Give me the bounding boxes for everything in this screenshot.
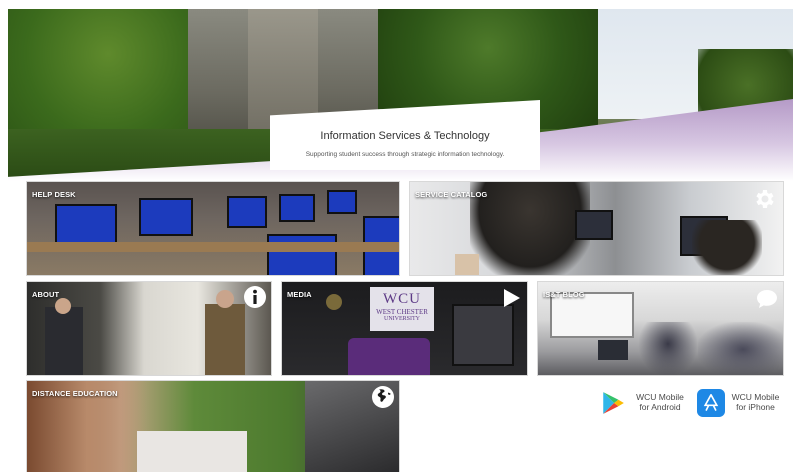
desk-row: [27, 242, 399, 252]
iphone-app-link[interactable]: WCU Mobile for iPhone: [697, 388, 785, 418]
play-icon: [504, 289, 520, 307]
tile-label: HELP DESK: [32, 190, 76, 199]
wcu-banner: WCU WEST CHESTER UNIVERSITY: [370, 287, 434, 331]
android-app-subtitle: for Android: [639, 402, 681, 412]
site-tagline: Supporting student success through strat…: [305, 151, 505, 158]
tile-label: DISTANCE EDUCATION: [32, 389, 118, 398]
monitor: [327, 190, 357, 214]
tile-label: SERVICE CATALOG: [415, 190, 488, 199]
student-sleeve: [137, 431, 247, 472]
app-store-icon: [697, 389, 725, 417]
student-silhouette: [692, 220, 762, 275]
monitor: [575, 210, 613, 240]
tile-distance-education[interactable]: DISTANCE EDUCATION: [26, 380, 400, 472]
monitor: [139, 198, 193, 236]
google-play-icon: [603, 392, 624, 414]
tile-about[interactable]: ABOUT: [26, 281, 272, 376]
tile-label: ABOUT: [32, 290, 60, 299]
monitor: [267, 234, 337, 275]
tile-help-desk[interactable]: HELP DESK: [26, 181, 400, 276]
iphone-app-subtitle: for iPhone: [736, 402, 775, 412]
speech-bubble-icon: [757, 290, 777, 308]
site-title: Information Services & Technology: [320, 130, 490, 142]
tile-label: MEDIA: [287, 290, 312, 299]
wcu-banner-line2: WEST CHESTER: [376, 308, 428, 316]
monitor: [279, 194, 315, 222]
android-app-title: WCU Mobile: [636, 392, 684, 402]
tile-ist-blog[interactable]: IS&T BLOG: [537, 281, 784, 376]
wcu-banner-logo: WCU: [383, 291, 421, 307]
iphone-app-title: WCU Mobile: [731, 392, 780, 402]
coffee-cup: [455, 254, 479, 275]
tile-service-catalog[interactable]: SERVICE CATALOG: [409, 181, 784, 276]
seal: [326, 294, 342, 310]
tile-label: IS&T BLOG: [543, 290, 585, 299]
presenter-left-head: [55, 298, 71, 314]
android-app-link[interactable]: WCU Mobile for Android: [600, 388, 690, 418]
wcu-banner-line3: UNIVERSITY: [384, 316, 420, 322]
media-photo: WCU WEST CHESTER UNIVERSITY: [282, 282, 527, 375]
help-desk-photo: [27, 182, 399, 275]
audience: [698, 322, 783, 375]
presenter-left: [45, 307, 83, 375]
podium-table: [348, 338, 430, 375]
audience: [638, 322, 698, 375]
tile-media[interactable]: WCU WEST CHESTER UNIVERSITY MEDIA: [281, 281, 528, 376]
monitor: [598, 340, 628, 360]
gear-icon: [756, 190, 774, 208]
monitor: [227, 196, 267, 228]
presenter-right: [205, 304, 245, 375]
student-silhouette: [470, 182, 590, 275]
presenter-right-head: [216, 290, 234, 308]
about-photo: [27, 282, 271, 375]
info-icon: [244, 286, 266, 308]
camera: [452, 304, 514, 366]
globe-icon: [372, 386, 394, 408]
